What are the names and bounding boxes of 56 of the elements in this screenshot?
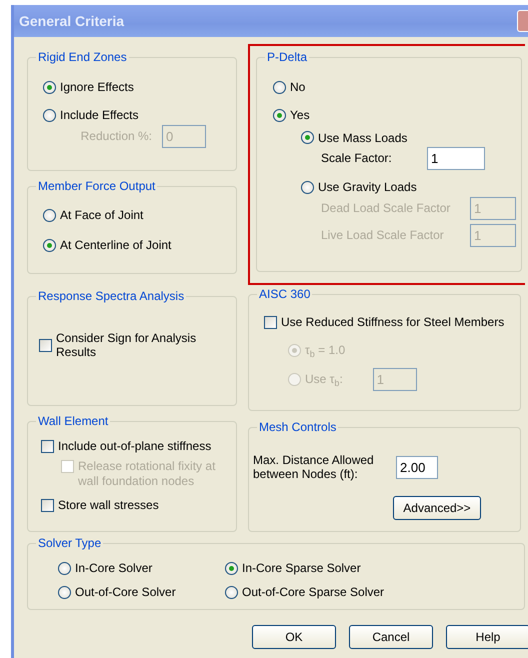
option-label: At Face of Joint xyxy=(60,208,144,222)
radio-button[interactable] xyxy=(225,562,238,575)
close-button[interactable] xyxy=(517,10,528,32)
checkbox-label: Store wall stresses xyxy=(58,498,159,513)
dialog-button[interactable]: Help xyxy=(446,625,528,649)
group-title: Mesh Controls xyxy=(257,420,338,434)
radio-button[interactable] xyxy=(58,562,71,575)
radio-button[interactable] xyxy=(225,586,238,600)
group-title: P-Delta xyxy=(265,50,310,64)
checkbox-label: Include out-of-plane stiffness xyxy=(58,439,212,454)
checkbox-label: Consider Sign for Analysis Results xyxy=(56,331,198,360)
checkbox-label: Use Reduced Stiffness for Steel Members xyxy=(281,315,504,330)
checkbox[interactable] xyxy=(41,440,54,453)
option-label: Use Mass Loads xyxy=(318,130,408,146)
group-title: Solver Type xyxy=(36,536,104,550)
radio-button[interactable] xyxy=(273,80,286,94)
dialog-button[interactable]: OK xyxy=(252,625,336,649)
field-label: Reduction %: xyxy=(80,129,152,144)
checkbox[interactable] xyxy=(41,499,54,512)
input-field[interactable]: 1 xyxy=(427,147,485,170)
option-label: Out-of-Core Sparse Solver xyxy=(242,585,384,600)
group-title: AISC 360 xyxy=(257,287,312,301)
field-label: Dead Load Scale Factor xyxy=(321,200,450,216)
checkbox[interactable] xyxy=(39,339,52,352)
group-title: Wall Element xyxy=(36,414,110,428)
option-label: Ignore Effects xyxy=(60,80,134,94)
group-title: Member Force Output xyxy=(36,179,158,193)
dialog-button[interactable]: Cancel xyxy=(349,625,433,649)
option-label: No xyxy=(290,80,306,94)
option-label: Yes xyxy=(290,108,310,123)
radio-button[interactable] xyxy=(301,180,314,194)
window-title: General Criteria xyxy=(19,12,124,30)
option-label: At Centerline of Joint xyxy=(60,238,172,253)
field-label: Scale Factor: xyxy=(321,151,392,166)
option-label: Use τ$_{b}$: xyxy=(305,372,343,386)
radio-button[interactable] xyxy=(58,586,71,600)
radio-button[interactable] xyxy=(273,109,286,122)
option-label: In-Core Sparse Solver xyxy=(242,561,361,576)
option-label: Out-of-Core Solver xyxy=(75,585,176,600)
radio-button[interactable] xyxy=(43,239,56,252)
group-title: Rigid End Zones xyxy=(36,50,129,64)
radio-button[interactable] xyxy=(43,80,56,94)
field-label: Max. Distance Allowed between Nodes (ft): xyxy=(253,453,375,482)
radio-button[interactable] xyxy=(43,208,56,222)
option-label: Use Gravity Loads xyxy=(318,180,417,195)
input-field[interactable]: 2.00 xyxy=(396,456,438,479)
checkbox[interactable] xyxy=(264,316,277,329)
checkbox-label: Release rotational fixity at wall foundation nodes xyxy=(78,459,216,488)
advanced-button[interactable]: Advanced>> xyxy=(393,496,481,520)
group-title: Response Spectra Analysis xyxy=(36,289,186,303)
radio-button[interactable] xyxy=(301,131,314,144)
radio-button[interactable] xyxy=(43,109,56,122)
field-label: Live Load Scale Factor xyxy=(321,228,444,242)
option-label: τ$_{b}$ = 1.0 xyxy=(305,343,346,358)
option-label: In-Core Solver xyxy=(75,561,152,576)
option-label: Include Effects xyxy=(60,108,138,123)
